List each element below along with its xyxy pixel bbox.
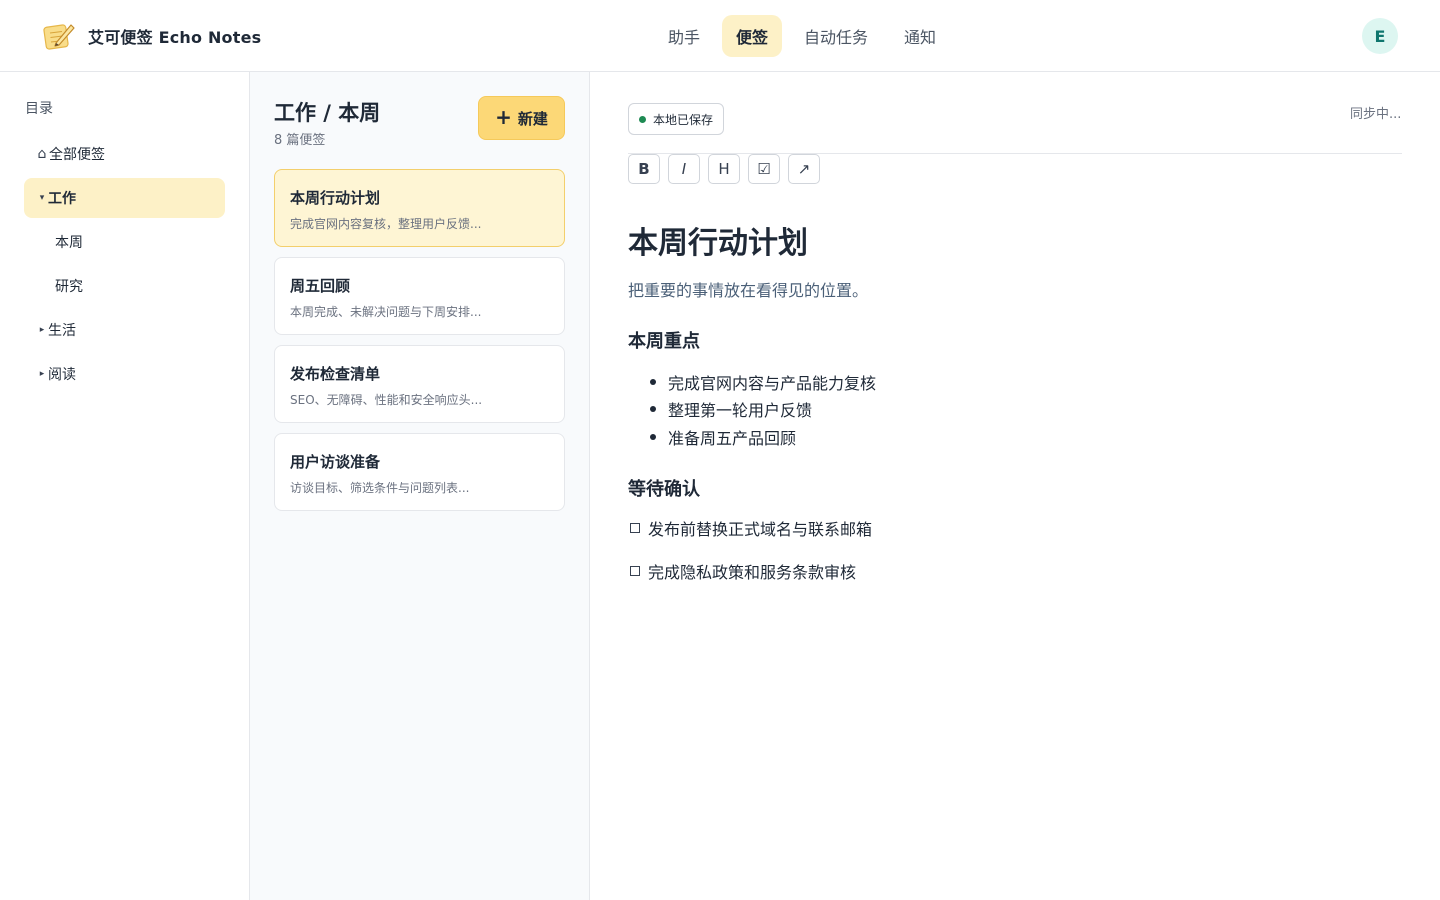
nav-assistant[interactable]: 助手 — [654, 15, 714, 57]
note-title[interactable]: 本周行动计划 — [628, 218, 808, 262]
note-card-snippet: 本周完成、未解决问题与下周安排... — [290, 305, 482, 319]
note-card[interactable]: 本周行动计划 完成官网内容复核，整理用户反馈... — [274, 169, 565, 247]
note-card-snippet: 访谈目标、筛选条件与问题列表... — [290, 481, 470, 495]
note-card-title: 本周行动计划 — [290, 189, 381, 207]
app-name: 艾可便签 Echo Notes — [88, 28, 262, 47]
note-card[interactable]: 发布检查清单 SEO、无障碍、性能和安全响应头... — [274, 345, 565, 423]
list-item-text: 完成官网内容与产品能力复核 — [668, 373, 877, 393]
note-card-title: 发布检查清单 — [290, 365, 381, 383]
bullet-icon — [650, 406, 656, 413]
note-count: 8 篇便签 — [274, 133, 326, 148]
checklist-item-text: 发布前替换正式域名与联系邮箱 — [648, 520, 873, 539]
sidebar-item-research[interactable]: 研究 — [24, 266, 225, 306]
sidebar-item-label: 阅读 — [48, 367, 76, 383]
checklist-item[interactable]: 发布前替换正式域名与联系邮箱 — [628, 516, 872, 540]
note-card-snippet: 完成官网内容复核，整理用户反馈... — [290, 217, 482, 231]
new-note-label: 新建 — [517, 109, 548, 128]
sidebar-item-label: 生活 — [48, 323, 76, 339]
list-title: 工作 / 本周 — [274, 101, 381, 125]
brand[interactable]: 艾可便签 Echo Notes — [42, 18, 261, 54]
italic-button[interactable]: I — [668, 154, 700, 184]
caret-right-icon[interactable]: ▸ — [36, 369, 48, 379]
save-status-text: 本地已保存 — [653, 112, 714, 127]
sidebar-item-label: 研究 — [55, 279, 83, 295]
sidebar-item-label: 工作 — [48, 191, 76, 207]
avatar[interactable]: E — [1362, 18, 1398, 54]
bullet-list: 完成官网内容与产品能力复核 整理第一轮用户反馈 准备周五产品回顾 — [628, 368, 876, 451]
sidebar-item-work[interactable]: ▾ 工作 — [24, 178, 225, 218]
nav-notifications[interactable]: 通知 — [890, 15, 950, 57]
nav-automation[interactable]: 自动任务 — [790, 15, 882, 57]
list-item[interactable]: 完成官网内容与产品能力复核 — [628, 368, 876, 396]
note-card-title: 周五回顾 — [290, 277, 351, 295]
home-icon: ⌂ — [37, 146, 47, 162]
main-nav: 助手 便签 自动任务 通知 — [654, 15, 958, 57]
bullet-icon — [650, 433, 656, 440]
section-heading[interactable]: 本周重点 — [628, 327, 700, 353]
save-status-badge: 本地已保存 — [628, 103, 725, 135]
list-item[interactable]: 准备周五产品回顾 — [628, 423, 876, 451]
checkbox-icon[interactable] — [630, 566, 640, 576]
format-toolbar: B I H ☑ ↗ — [628, 154, 828, 184]
checkbox-button[interactable]: ☑ — [748, 154, 780, 184]
checklist-item[interactable]: 完成隐私政策和服务条款审核 — [628, 559, 856, 583]
sidebar-item-life[interactable]: ▸ 生活 — [24, 310, 225, 350]
caret-down-icon[interactable]: ▾ — [36, 193, 48, 203]
section-heading[interactable]: 等待确认 — [628, 475, 700, 501]
note-card[interactable]: 周五回顾 本周完成、未解决问题与下周安排... — [274, 257, 565, 335]
sidebar-item-reading[interactable]: ▸ 阅读 — [24, 354, 225, 394]
sidebar-item-this-week[interactable]: 本周 — [24, 222, 225, 262]
list-item[interactable]: 整理第一轮用户反馈 — [628, 396, 876, 424]
list-item-text: 整理第一轮用户反馈 — [668, 401, 813, 421]
caret-right-icon[interactable]: ▸ — [36, 325, 48, 335]
checklist-item-text: 完成隐私政策和服务条款审核 — [648, 563, 857, 582]
list-item-text: 准备周五产品回顾 — [668, 428, 797, 448]
sync-status: 同步中... — [1350, 107, 1402, 122]
plus-icon: + — [495, 105, 512, 129]
sidebar-item-label: 全部便签 — [49, 147, 105, 163]
link-button[interactable]: ↗ — [788, 154, 820, 184]
note-subtitle[interactable]: 把重要的事情放在看得见的位置。 — [628, 277, 868, 301]
sidebar-item-all-notes[interactable]: ⌂ 全部便签 — [24, 134, 225, 174]
nav-notes[interactable]: 便签 — [722, 15, 783, 57]
notepad-pencil-icon — [42, 19, 76, 53]
new-note-button[interactable]: + 新建 — [478, 96, 565, 140]
checkbox-icon[interactable] — [630, 523, 640, 533]
bullet-icon — [650, 378, 656, 385]
bold-button[interactable]: B — [628, 154, 660, 184]
note-card-snippet: SEO、无障碍、性能和安全响应头... — [290, 393, 483, 407]
heading-button[interactable]: H — [708, 154, 740, 184]
note-list-pane: 工作 / 本周 8 篇便签 + 新建 本周行动计划 完成官网内容复核，整理用户反… — [250, 72, 590, 900]
sidebar-item-label: 本周 — [55, 235, 83, 251]
sidebar-heading: 目录 — [25, 101, 53, 117]
note-editor: 本地已保存 同步中... B I H ☑ ↗ 本周行动计划 把重要的事情放在看得… — [590, 72, 1440, 900]
note-card[interactable]: 用户访谈准备 访谈目标、筛选条件与问题列表... — [274, 433, 565, 511]
note-card-title: 用户访谈准备 — [290, 453, 381, 471]
top-bar: 艾可便签 Echo Notes 助手 便签 自动任务 通知 E — [0, 0, 1440, 72]
status-dot-icon — [639, 115, 646, 123]
